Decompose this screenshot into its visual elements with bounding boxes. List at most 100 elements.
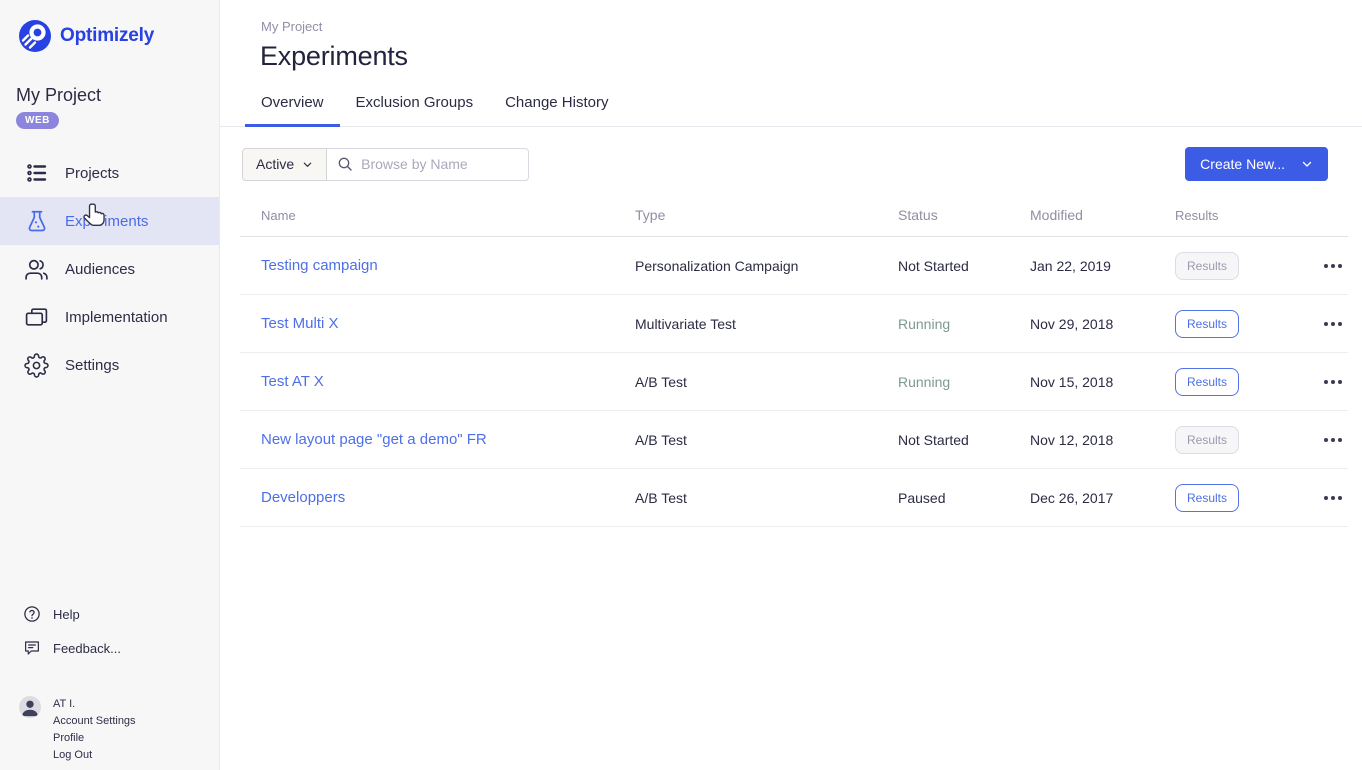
experiment-type: Personalization Campaign — [635, 258, 898, 274]
results-button[interactable]: Results — [1175, 426, 1239, 454]
avatar[interactable] — [19, 696, 41, 718]
sidebar-item-label: Settings — [65, 357, 119, 374]
row-menu-button[interactable] — [1320, 432, 1346, 448]
brand-name: Optimizely — [60, 25, 154, 47]
experiment-type: A/B Test — [635, 374, 898, 390]
experiment-status: Not Started — [898, 432, 1030, 448]
sidebar-footer: Help Feedback... — [0, 597, 219, 764]
implementation-icon — [23, 304, 50, 331]
col-header-results: Results — [1175, 208, 1305, 223]
page-title: Experiments — [260, 41, 1362, 72]
settings-icon — [23, 352, 50, 379]
tab-bar: Overview Exclusion Groups Change History — [220, 94, 1362, 127]
experiment-name-link[interactable]: Developpers — [261, 489, 345, 506]
project-name: My Project — [16, 85, 219, 106]
main-content: My Project Experiments Overview Exclusio… — [220, 0, 1362, 770]
sidebar-item-label: Audiences — [65, 261, 135, 278]
experiment-status: Paused — [898, 490, 1030, 506]
table-row: Test AT X A/B Test Running Nov 15, 2018 … — [240, 353, 1348, 411]
table-row: New layout page "get a demo" FR A/B Test… — [240, 411, 1348, 469]
table-header: Name Type Status Modified Results — [240, 207, 1348, 237]
help-label: Help — [53, 607, 80, 622]
tab-exclusion-groups[interactable]: Exclusion Groups — [340, 94, 490, 127]
experiment-name-link[interactable]: Testing campaign — [261, 257, 378, 274]
search-box — [327, 148, 529, 181]
row-menu-button[interactable] — [1320, 316, 1346, 332]
experiment-type: Multivariate Test — [635, 316, 898, 332]
col-header-type: Type — [635, 207, 898, 223]
status-filter-dropdown[interactable]: Active — [242, 148, 327, 181]
sidebar-item-label: Projects — [65, 165, 119, 182]
row-menu-button[interactable] — [1320, 374, 1346, 390]
optimizely-app: Optimizely My Project WEB Projects — [0, 0, 1362, 770]
brand-logo[interactable]: Optimizely — [19, 20, 219, 52]
sidebar-item-experiments[interactable]: Experiments — [0, 197, 219, 245]
feedback-label: Feedback... — [53, 641, 121, 656]
tab-change-history[interactable]: Change History — [489, 94, 624, 127]
col-header-status: Status — [898, 207, 1030, 223]
ellipsis-icon — [1324, 496, 1328, 500]
ellipsis-icon — [1324, 438, 1328, 442]
results-button[interactable]: Results — [1175, 252, 1239, 280]
create-new-label: Create New... — [1200, 156, 1285, 172]
table-row: Developpers A/B Test Paused Dec 26, 2017… — [240, 469, 1348, 527]
optimizely-logo-icon — [19, 20, 51, 52]
experiment-name-link[interactable]: Test AT X — [261, 373, 324, 390]
table-row: Test Multi X Multivariate Test Running N… — [240, 295, 1348, 353]
results-button[interactable]: Results — [1175, 484, 1239, 512]
row-menu-button[interactable] — [1320, 258, 1346, 274]
experiment-type: A/B Test — [635, 490, 898, 506]
feedback-icon — [23, 639, 41, 657]
experiment-modified: Dec 26, 2017 — [1030, 490, 1175, 506]
status-filter-value: Active — [256, 156, 294, 172]
experiment-modified: Jan 22, 2019 — [1030, 258, 1175, 274]
row-menu-button[interactable] — [1320, 490, 1346, 506]
toolbar: Active Create New... — [242, 147, 1328, 181]
chevron-down-icon — [302, 159, 313, 170]
experiment-status: Running — [898, 316, 1030, 332]
col-header-modified: Modified — [1030, 207, 1175, 223]
ellipsis-icon — [1324, 322, 1328, 326]
help-icon — [23, 605, 41, 623]
feedback-link[interactable]: Feedback... — [0, 631, 219, 665]
projects-icon — [23, 160, 50, 187]
search-input[interactable] — [361, 156, 511, 172]
results-button[interactable]: Results — [1175, 310, 1239, 338]
experiment-status: Running — [898, 374, 1030, 390]
logout-link[interactable]: Log Out — [53, 747, 136, 764]
ellipsis-icon — [1324, 264, 1328, 268]
experiment-status: Not Started — [898, 258, 1030, 274]
experiments-table: Name Type Status Modified Results Testin… — [240, 207, 1348, 527]
results-button[interactable]: Results — [1175, 368, 1239, 396]
sidebar-item-label: Implementation — [65, 309, 168, 326]
experiment-modified: Nov 12, 2018 — [1030, 432, 1175, 448]
search-icon — [337, 156, 353, 172]
experiment-modified: Nov 29, 2018 — [1030, 316, 1175, 332]
account-settings-link[interactable]: Account Settings — [53, 713, 136, 730]
sidebar-item-settings[interactable]: Settings — [0, 341, 219, 389]
sidebar-item-projects[interactable]: Projects — [0, 149, 219, 197]
experiment-name-link[interactable]: New layout page "get a demo" FR — [261, 431, 487, 448]
table-body: Testing campaign Personalization Campaig… — [240, 237, 1348, 527]
audiences-icon — [23, 256, 50, 283]
sidebar-item-audiences[interactable]: Audiences — [0, 245, 219, 293]
table-row: Testing campaign Personalization Campaig… — [240, 237, 1348, 295]
sidebar: Optimizely My Project WEB Projects — [0, 0, 220, 770]
project-type-badge: WEB — [16, 112, 59, 129]
breadcrumb: My Project — [261, 19, 1362, 34]
user-name: AT I. — [53, 696, 136, 713]
col-header-name: Name — [240, 208, 635, 223]
create-new-button[interactable]: Create New... — [1185, 147, 1328, 181]
profile-link[interactable]: Profile — [53, 730, 136, 747]
experiment-name-link[interactable]: Test Multi X — [261, 315, 339, 332]
experiment-modified: Nov 15, 2018 — [1030, 374, 1175, 390]
help-link[interactable]: Help — [0, 597, 219, 631]
user-block: AT I. Account Settings Profile Log Out — [0, 696, 219, 764]
ellipsis-icon — [1324, 380, 1328, 384]
sidebar-item-implementation[interactable]: Implementation — [0, 293, 219, 341]
tab-overview[interactable]: Overview — [245, 94, 340, 127]
sidebar-item-label: Experiments — [65, 213, 148, 230]
sidebar-nav: Projects Experiments — [0, 149, 219, 389]
chevron-down-icon — [1301, 158, 1313, 170]
experiments-icon — [23, 208, 50, 235]
